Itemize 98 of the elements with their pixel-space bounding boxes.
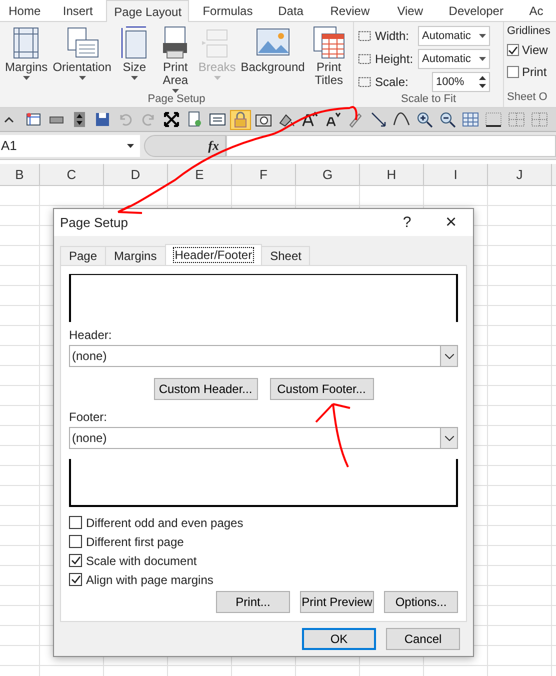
line-arrow-icon bbox=[370, 111, 387, 128]
form-icon bbox=[25, 111, 42, 128]
font-grow-icon bbox=[301, 111, 318, 128]
ribbon-button[interactable]: Size bbox=[115, 25, 154, 93]
column-header[interactable]: G bbox=[296, 164, 360, 185]
column-header[interactable]: E bbox=[168, 164, 232, 185]
zoom-in-icon bbox=[416, 111, 433, 128]
dialog-button[interactable]: Print Preview bbox=[300, 591, 374, 613]
checkbox-label: Different first page bbox=[86, 534, 184, 548]
field-label: Scale: bbox=[375, 75, 410, 89]
column-header[interactable]: B bbox=[0, 164, 40, 185]
column-header[interactable]: F bbox=[232, 164, 296, 185]
option-heading: Gridlines bbox=[507, 25, 552, 37]
ribbon-tab[interactable]: Page Layout bbox=[106, 0, 190, 22]
custom-button[interactable]: Custom Header... bbox=[154, 378, 258, 400]
ribbon-tab[interactable]: Home bbox=[0, 0, 50, 21]
ribbon-button[interactable]: Background bbox=[240, 25, 306, 93]
scale-dropdown[interactable]: Automatic bbox=[418, 26, 490, 46]
chevron-icon bbox=[444, 436, 454, 440]
checkbox-label: View bbox=[522, 43, 548, 57]
ribbon-tab[interactable]: Insert bbox=[49, 0, 106, 21]
cancel-button[interactable]: Cancel bbox=[386, 628, 460, 650]
field-label: Height: bbox=[375, 52, 414, 66]
document-icon bbox=[186, 111, 203, 128]
ribbon-tab[interactable]: Formulas bbox=[189, 0, 266, 21]
dialog-tab[interactable]: Sheet bbox=[261, 246, 310, 265]
checkbox-label: Different odd and even pages bbox=[86, 516, 244, 530]
table-icon bbox=[462, 111, 479, 128]
scale-icon bbox=[358, 52, 372, 66]
name-box[interactable]: A1 bbox=[0, 134, 140, 156]
dialog-tab[interactable]: Header/Footer bbox=[164, 244, 262, 265]
ribbon-tab[interactable]: View bbox=[384, 0, 436, 21]
checkbox[interactable] bbox=[69, 554, 82, 567]
column-header[interactable]: C bbox=[40, 164, 104, 185]
help-button[interactable]: ? bbox=[385, 214, 429, 231]
grid-icon bbox=[531, 111, 548, 128]
ribbon-tab[interactable]: Review bbox=[315, 0, 384, 21]
dialog-tab[interactable]: Margins bbox=[105, 246, 166, 265]
ribbon-tab[interactable]: Data bbox=[266, 0, 316, 21]
scale-spinner[interactable]: 100% bbox=[432, 72, 490, 92]
custom-button[interactable]: Custom Footer... bbox=[270, 378, 374, 400]
checkbox[interactable] bbox=[507, 66, 519, 78]
ribbon-tab[interactable]: Developer bbox=[436, 0, 517, 21]
column-header[interactable]: D bbox=[104, 164, 168, 185]
checkbox[interactable] bbox=[507, 44, 519, 56]
group-label: Page Setup bbox=[146, 93, 206, 107]
group-label: Sheet O bbox=[507, 91, 548, 105]
checkbox-label: Scale with document bbox=[86, 554, 197, 568]
column-header[interactable]: I bbox=[424, 164, 488, 185]
formula-input[interactable] bbox=[226, 134, 556, 156]
caret-icon bbox=[127, 144, 134, 148]
header-select[interactable]: (none) bbox=[69, 345, 458, 367]
chevron-icon bbox=[444, 354, 454, 358]
lock-icon bbox=[232, 111, 249, 128]
border-icon bbox=[485, 111, 502, 128]
checkbox[interactable] bbox=[69, 535, 82, 548]
checkbox[interactable] bbox=[69, 573, 82, 586]
ribbon-tab[interactable]: Ac bbox=[516, 0, 556, 21]
checkbox-label: Align with page margins bbox=[86, 572, 214, 586]
dialog-title: Page Setup bbox=[60, 215, 129, 230]
caret-icon bbox=[479, 57, 486, 61]
curve-icon bbox=[393, 111, 410, 128]
ribbon-button[interactable]: Print Area bbox=[156, 25, 194, 93]
ok-button[interactable]: OK bbox=[302, 628, 376, 650]
group-label: Scale to Fit bbox=[400, 93, 458, 107]
spin-arrows-icon bbox=[479, 76, 486, 88]
scale-dropdown[interactable]: Automatic bbox=[418, 49, 490, 69]
checkbox-label: Print bbox=[522, 65, 547, 79]
column-header[interactable]: H bbox=[360, 164, 424, 185]
expand-icon bbox=[163, 111, 180, 128]
ribbon-button[interactable]: Margins bbox=[4, 25, 49, 93]
column-header[interactable]: J bbox=[488, 164, 552, 185]
ribbon-button[interactable]: Orientation bbox=[52, 25, 112, 93]
caret-icon bbox=[479, 34, 486, 38]
field-label: Header: bbox=[69, 328, 113, 342]
insert-function-button[interactable]: fx bbox=[208, 138, 219, 154]
up-down-icon bbox=[71, 111, 88, 128]
checkbox[interactable] bbox=[69, 516, 82, 529]
dialog-button[interactable]: Print... bbox=[216, 591, 290, 613]
ribbon-button[interactable]: Print Titles bbox=[308, 25, 349, 93]
dialog-button[interactable]: Options... bbox=[384, 591, 458, 613]
scale-icon bbox=[358, 29, 372, 43]
redo-icon bbox=[140, 111, 157, 128]
scale-icon bbox=[358, 75, 372, 89]
font-shrink-icon bbox=[324, 111, 341, 128]
field-label: Footer: bbox=[69, 410, 108, 424]
print-titles-icon bbox=[310, 25, 347, 61]
field-label: Width: bbox=[375, 29, 410, 43]
annotation-arrow bbox=[315, 403, 351, 468]
zoom-out-icon bbox=[439, 111, 456, 128]
pen-icon bbox=[347, 111, 364, 128]
check-icon bbox=[508, 46, 518, 54]
close-button[interactable]: × bbox=[429, 212, 473, 234]
text-box-icon bbox=[209, 111, 226, 128]
grid-icon bbox=[508, 111, 525, 128]
footer-select[interactable]: (none) bbox=[69, 427, 458, 449]
dialog-tab[interactable]: Page bbox=[60, 246, 106, 265]
save-icon bbox=[94, 111, 111, 128]
